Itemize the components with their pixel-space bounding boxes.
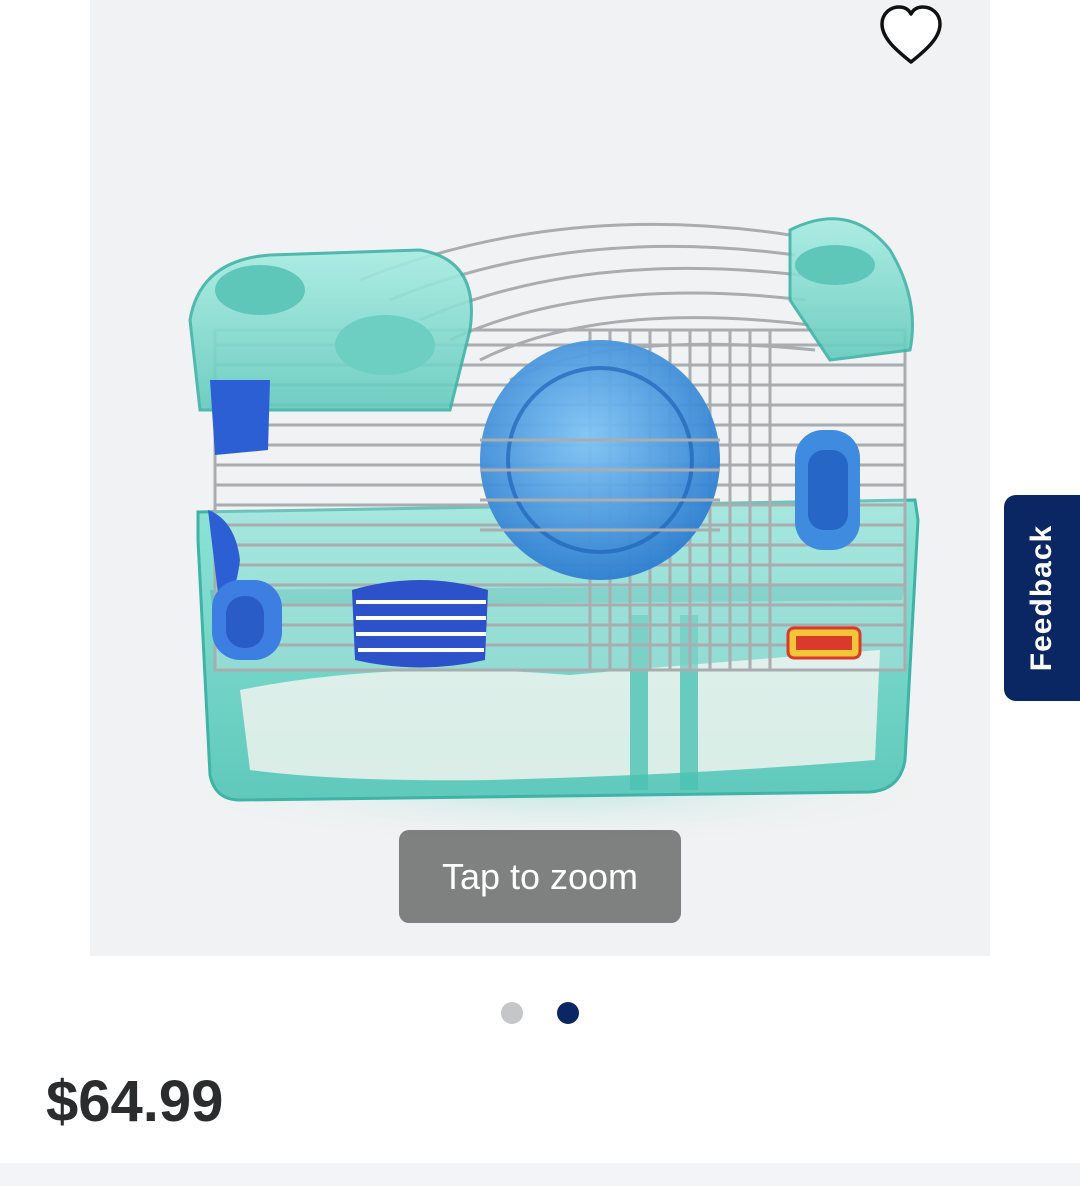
carousel-dot-2[interactable] (557, 1002, 579, 1024)
product-page: Tap to zoom Feedback $64.99 (0, 0, 1080, 1186)
favorite-button[interactable] (874, 0, 948, 70)
image-carousel-indicator (0, 1002, 1080, 1026)
product-price: $64.99 (46, 1069, 224, 1134)
tap-to-zoom-button[interactable]: Tap to zoom (399, 830, 681, 923)
hamster-cage-illustration (140, 217, 980, 850)
feedback-label: Feedback (1025, 524, 1058, 672)
bottom-section-divider (0, 1163, 1080, 1186)
product-image[interactable] (90, 0, 990, 956)
tap-to-zoom-label: Tap to zoom (441, 855, 639, 897)
feedback-tab[interactable]: Feedback (1004, 495, 1080, 701)
carousel-dot-1[interactable] (501, 1002, 523, 1024)
heart-outline-icon (880, 5, 942, 64)
